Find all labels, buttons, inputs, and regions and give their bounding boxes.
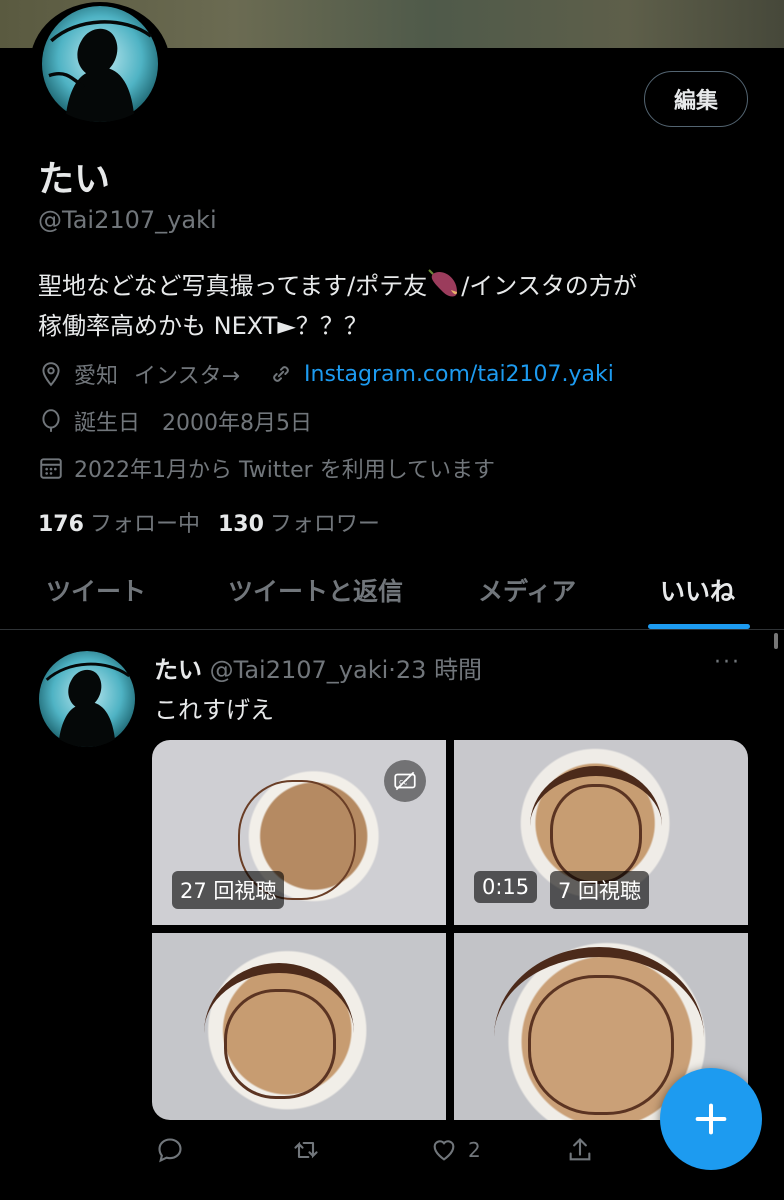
active-tab-indicator bbox=[648, 624, 750, 629]
profile-bio: 聖地などなど写真撮ってます/ポテ友/インスタの方が 稼働率高めかも NEXT►？… bbox=[38, 266, 758, 346]
joined-row: 2022年1月から Twitter を利用しています bbox=[38, 452, 495, 484]
profile-handle: @Tai2107_yaki bbox=[38, 206, 217, 234]
location-text: 愛知 bbox=[74, 364, 119, 389]
captions-off-icon[interactable]: cc bbox=[384, 760, 426, 802]
birthday-text: 誕生日 2000年8月5日 bbox=[74, 411, 312, 436]
tweet-timestamp[interactable]: ·23 時間 bbox=[388, 656, 482, 684]
tweet-text: これすげえ bbox=[154, 696, 274, 724]
retweet-button[interactable] bbox=[292, 1136, 320, 1164]
media-image-3[interactable] bbox=[152, 933, 446, 1120]
bio-text-line2: 稼働率高めかも NEXT►？？？ bbox=[38, 312, 368, 340]
following-label: フォロー中 bbox=[89, 512, 200, 537]
followers-link[interactable]: 130 フォロワー bbox=[218, 506, 380, 538]
video-duration-badge: 0:15 bbox=[474, 871, 538, 903]
profile-avatar[interactable] bbox=[30, 2, 170, 126]
tab-tweets[interactable]: ツイート bbox=[46, 572, 146, 608]
calendar-icon bbox=[38, 455, 64, 481]
follow-stats: 176 フォロー中 130 フォロワー bbox=[38, 506, 380, 538]
profile-tabs: ツイート ツイートと返信 メディア いいね bbox=[0, 560, 784, 630]
heart-icon bbox=[433, 1140, 455, 1161]
birthday-row: 誕生日 2000年8月5日 bbox=[38, 405, 312, 437]
joined-text: 2022年1月から Twitter を利用しています bbox=[74, 458, 496, 483]
tweet-author-name[interactable]: たい bbox=[154, 656, 202, 684]
following-count: 176 bbox=[38, 512, 84, 537]
location-pin-icon bbox=[38, 361, 64, 387]
location-extra-text: インスタ→ bbox=[134, 364, 241, 389]
latte-art-face bbox=[550, 784, 642, 884]
profile-name: たい bbox=[38, 159, 111, 200]
bio-text-part1: 聖地などなど写真撮ってます/ポテ友 bbox=[38, 272, 428, 300]
scrollbar[interactable] bbox=[774, 633, 778, 649]
location-row: 愛知 インスタ→ Instagram.com/tai2107.yaki bbox=[38, 358, 614, 390]
tweet-media-grid: cc 27 回視聴 0:15 7 回視聴 bbox=[152, 740, 748, 1120]
media-video-1[interactable]: cc 27 回視聴 bbox=[152, 740, 446, 925]
tab-likes[interactable]: いいね bbox=[660, 572, 735, 608]
followers-label: フォロワー bbox=[269, 512, 380, 537]
view-count-badge: 27 回視聴 bbox=[172, 871, 285, 909]
bio-text-part2: /インスタの方が bbox=[461, 272, 637, 300]
like-count: 2 bbox=[468, 1138, 481, 1162]
compose-tweet-button[interactable] bbox=[660, 1068, 762, 1170]
followers-count: 130 bbox=[217, 512, 264, 537]
link-icon bbox=[268, 361, 294, 387]
avatar-silhouette-icon bbox=[39, 651, 135, 747]
tweet-header: たい @Tai2107_yaki·23 時間 bbox=[154, 650, 482, 685]
avatar-silhouette-icon bbox=[42, 6, 158, 122]
latte-art-face bbox=[528, 975, 674, 1115]
view-count-badge: 7 回視聴 bbox=[550, 871, 650, 909]
latte-art-face bbox=[224, 989, 336, 1099]
edit-profile-button[interactable]: 編集 bbox=[644, 71, 748, 127]
tweet-avatar[interactable] bbox=[36, 651, 138, 747]
share-icon bbox=[569, 1138, 591, 1161]
profile-website-link[interactable]: Instagram.com/tai2107.yaki bbox=[304, 362, 614, 387]
tweet-author-handle[interactable]: @Tai2107_yaki bbox=[210, 656, 389, 684]
media-video-2[interactable]: 0:15 7 回視聴 bbox=[454, 740, 748, 925]
reply-icon bbox=[158, 1138, 182, 1163]
plus-icon bbox=[695, 1103, 727, 1135]
following-link[interactable]: 176 フォロー中 bbox=[38, 506, 200, 538]
like-button[interactable]: 2 bbox=[430, 1136, 481, 1164]
more-options-icon[interactable]: ··· bbox=[714, 650, 741, 675]
sweet-potato-emoji-icon bbox=[427, 266, 461, 300]
retweet-icon bbox=[294, 1141, 318, 1159]
share-button[interactable] bbox=[566, 1136, 594, 1164]
tab-media[interactable]: メディア bbox=[478, 572, 576, 608]
tab-tweets-and-replies[interactable]: ツイートと返信 bbox=[228, 572, 403, 608]
balloon-icon bbox=[38, 408, 64, 434]
reply-button[interactable] bbox=[156, 1136, 184, 1164]
